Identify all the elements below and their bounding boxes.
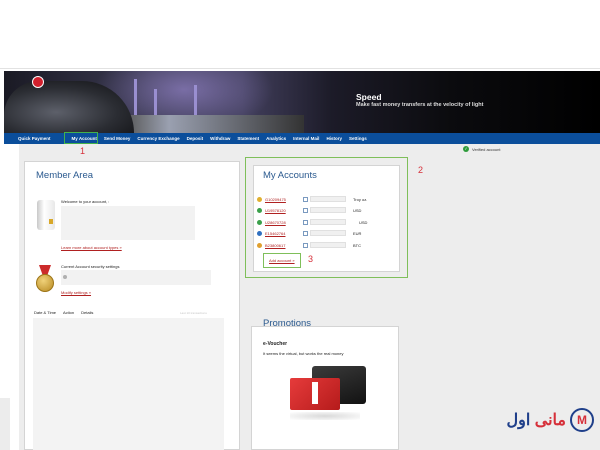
top-divider xyxy=(0,68,600,69)
edit-icon[interactable] xyxy=(303,196,308,202)
medal-disk xyxy=(36,274,54,292)
account-currency: EUR xyxy=(353,230,362,236)
edit-icon[interactable] xyxy=(303,207,308,213)
euro-coin-icon xyxy=(257,230,262,236)
tower-graphic xyxy=(134,79,137,119)
verified-status: ✓ Verified account xyxy=(463,146,500,152)
account-currency: USD xyxy=(359,219,368,225)
account-card-image xyxy=(37,200,55,230)
edit-icon[interactable] xyxy=(303,242,308,248)
usd-coin-icon xyxy=(257,219,262,225)
gold-bar-icon xyxy=(49,219,53,224)
left-edge-strip xyxy=(0,398,10,450)
account-row: U28670728 USD xyxy=(257,218,373,226)
watermark-logo-icon: M xyxy=(570,408,594,432)
modify-settings-link[interactable]: Modify settings » xyxy=(61,290,91,295)
history-table xyxy=(33,318,224,450)
watermark-logo: مانی اول M xyxy=(507,408,594,432)
welcome-text: Welcome to your account, : xyxy=(61,199,110,204)
my-accounts-title: My Accounts xyxy=(263,170,317,181)
checkmark-icon: ✓ xyxy=(463,146,469,152)
nav-internal-mail[interactable]: Internal Mail xyxy=(293,136,319,141)
account-row: E15462764 EUR xyxy=(257,229,373,237)
edit-icon[interactable] xyxy=(303,219,308,225)
account-number-link[interactable]: U28670728 xyxy=(265,220,303,225)
verified-label: Verified account xyxy=(472,146,501,152)
account-balance-field xyxy=(310,219,346,225)
card-logo-mark xyxy=(312,382,318,404)
security-settings-box xyxy=(61,270,211,285)
account-number-link[interactable]: B23800617 xyxy=(265,243,303,248)
voucher-card-graphic xyxy=(290,378,340,410)
gold-coin-icon xyxy=(257,196,262,202)
nav-send-money[interactable]: Send Money xyxy=(104,136,131,141)
learn-account-types-link[interactable]: Learn more about account types » xyxy=(61,245,122,250)
account-row: U19578120 USD xyxy=(257,206,373,214)
banner-subtitle: Make fast money transfers at the velocit… xyxy=(356,102,484,108)
account-row: B23800617 BTC xyxy=(257,241,373,249)
history-col-details: Details xyxy=(81,310,94,315)
image-shadow xyxy=(290,412,360,420)
security-settings-label: Current Account security settings xyxy=(61,264,120,269)
evoucher-image[interactable] xyxy=(290,366,366,422)
step-marker-2: 2 xyxy=(418,165,424,175)
account-balance-field xyxy=(310,230,346,236)
my-account-highlight-frame xyxy=(64,132,98,144)
account-row: G10209475 Troy oz. xyxy=(257,195,373,203)
account-balance-field xyxy=(310,207,346,213)
history-col-datetime: Date & Time xyxy=(34,310,57,315)
account-balance-field xyxy=(310,196,346,202)
bitcoin-icon xyxy=(257,242,262,248)
add-account-link[interactable]: Add account » xyxy=(269,258,295,263)
edit-icon[interactable] xyxy=(303,230,308,236)
account-number-link[interactable]: U19578120 xyxy=(265,208,303,213)
usd-coin-icon xyxy=(257,207,262,213)
tower-graphic xyxy=(194,85,197,119)
top-blank-area xyxy=(0,0,600,70)
security-status-icon xyxy=(63,275,67,279)
history-header: Date & Time Action Details xyxy=(34,310,100,315)
step-marker-3: 3 xyxy=(308,254,314,264)
evoucher-description: It seems the virtual, but works the real… xyxy=(263,351,344,356)
history-col-action: Action xyxy=(63,310,75,315)
nav-statement[interactable]: Statement xyxy=(237,136,259,141)
account-balance-field xyxy=(310,242,346,248)
nav-currency-exchange[interactable]: Currency Exchange xyxy=(137,136,179,141)
site-logo-icon[interactable] xyxy=(32,76,44,88)
nav-withdraw[interactable]: Withdraw xyxy=(210,136,230,141)
nav-quick-payment[interactable]: Quick Payment xyxy=(18,136,51,141)
watermark-text-red: مانی xyxy=(534,412,566,429)
nav-settings[interactable]: Settings xyxy=(349,136,367,141)
member-area-title: Member Area xyxy=(36,170,94,181)
security-medal-icon xyxy=(34,265,56,297)
account-number-link[interactable]: E15462764 xyxy=(265,231,303,236)
account-number-link[interactable]: G10209475 xyxy=(265,197,303,202)
account-currency: Troy oz. xyxy=(353,196,368,202)
nav-history[interactable]: History xyxy=(326,136,342,141)
watermark-text-blue: اول xyxy=(506,412,531,429)
nav-deposit[interactable]: Deposit xyxy=(187,136,204,141)
history-caption: Last 10 transactions xyxy=(180,311,207,315)
evoucher-title: e-Voucher xyxy=(263,341,288,347)
account-currency: USD xyxy=(353,207,362,213)
banner-title: Speed xyxy=(356,92,382,102)
step-marker-1: 1 xyxy=(80,146,86,156)
header-banner xyxy=(4,71,600,133)
promotions-title: Promotions xyxy=(263,318,312,329)
nav-analytics[interactable]: Analytics xyxy=(266,136,286,141)
watermark-text: مانی اول xyxy=(507,410,566,430)
welcome-info-box xyxy=(61,206,195,240)
account-currency: BTC xyxy=(353,242,361,248)
